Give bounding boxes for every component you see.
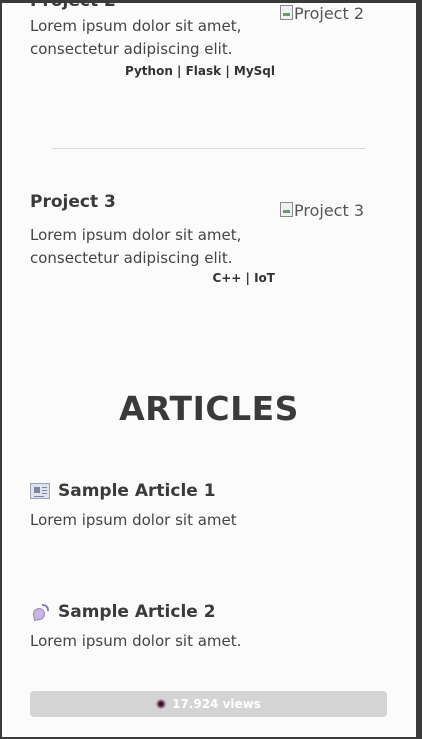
article-item-1[interactable]: Sample Article 1 Lorem ipsum dolor sit a… <box>30 481 390 529</box>
newspaper-icon <box>30 483 50 499</box>
divider <box>52 148 365 149</box>
article-description: Lorem ipsum dolor sit amet <box>30 511 237 529</box>
broken-image-icon <box>280 5 293 20</box>
project-image-alt: Project 2 <box>294 4 365 23</box>
eye-icon <box>156 699 167 709</box>
article-item-2[interactable]: Sample Article 2 Lorem ipsum dolor sit a… <box>30 602 390 650</box>
views-label: 17.924 views <box>172 697 261 711</box>
project-title: Project 2 <box>30 3 116 11</box>
articles-heading: ARTICLES <box>119 389 299 428</box>
project-card-3: Project 3 Lorem ipsum dolor sit amet, co… <box>30 192 390 292</box>
project-card-2: Project 2 Lorem ipsum dolor sit amet, co… <box>30 3 390 111</box>
project-title: Project 3 <box>30 192 116 212</box>
satellite-antenna-icon <box>30 604 50 620</box>
project-description: Lorem ipsum dolor sit amet, consectetur … <box>30 17 242 58</box>
project-tags: Python | Flask | MySql <box>124 64 275 78</box>
project-image[interactable]: Project 2 <box>280 3 370 26</box>
article-description: Lorem ipsum dolor sit amet. <box>30 632 242 650</box>
project-description: Lorem ipsum dolor sit amet, consectetur … <box>30 226 242 267</box>
broken-image-icon <box>280 202 293 217</box>
page: Project 2 Lorem ipsum dolor sit amet, co… <box>2 3 416 737</box>
project-tags: C++ | IoT <box>212 271 275 285</box>
article-title[interactable]: Sample Article 2 <box>58 602 216 622</box>
article-title[interactable]: Sample Article 1 <box>58 481 216 501</box>
article-title-row: Sample Article 1 <box>30 481 390 501</box>
article-title-row: Sample Article 2 <box>30 602 390 622</box>
project-image-alt: Project 3 <box>294 201 365 220</box>
project-image[interactable]: Project 3 <box>280 199 370 223</box>
views-counter: 17.924 views <box>30 691 387 717</box>
